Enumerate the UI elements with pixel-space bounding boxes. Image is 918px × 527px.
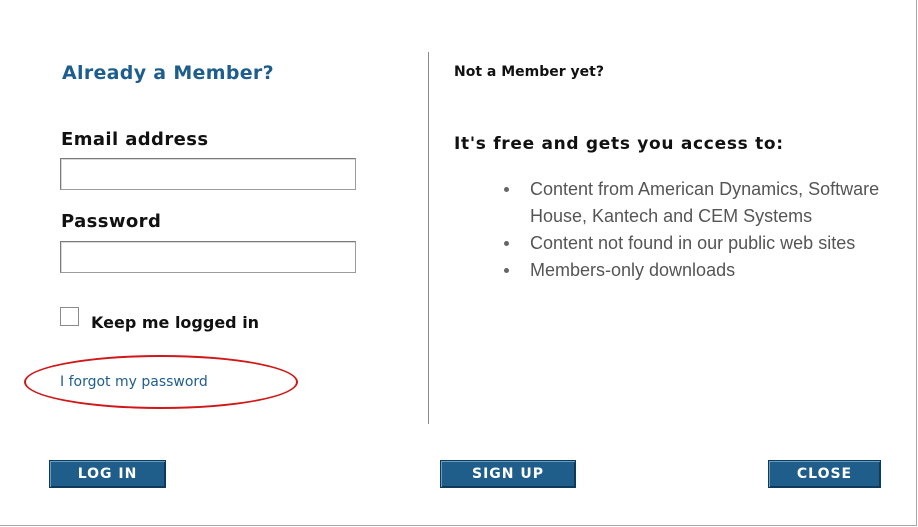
login-button[interactable]: LOG IN	[49, 460, 166, 488]
benefit-item: Content not found in our public web site…	[500, 230, 880, 257]
benefit-item: Content from American Dynamics, Software…	[500, 176, 880, 230]
password-label: Password	[61, 211, 162, 232]
benefits-list: Content from American Dynamics, Software…	[500, 176, 880, 284]
email-label: Email address	[61, 129, 209, 150]
bullet-icon	[504, 187, 509, 192]
signup-button[interactable]: SIGN UP	[440, 460, 576, 488]
benefit-text: Content not found in our public web site…	[530, 233, 856, 253]
password-field[interactable]	[60, 241, 356, 273]
column-divider	[428, 52, 429, 424]
keep-logged-in-label: Keep me logged in	[91, 313, 260, 332]
email-field[interactable]	[60, 158, 356, 190]
not-member-heading: Not a Member yet?	[454, 64, 604, 80]
benefit-text: Members-only downloads	[530, 260, 736, 280]
benefit-item: Members-only downloads	[500, 257, 880, 284]
bullet-icon	[504, 268, 509, 273]
bullet-icon	[504, 241, 509, 246]
free-access-heading: It's free and gets you access to:	[454, 134, 784, 154]
already-member-heading: Already a Member?	[62, 62, 274, 84]
close-button[interactable]: CLOSE	[768, 460, 881, 488]
benefit-text: Content from American Dynamics, Software…	[530, 179, 880, 226]
keep-logged-in-checkbox[interactable]	[60, 307, 79, 326]
forgot-password-highlight-circle	[24, 355, 298, 409]
